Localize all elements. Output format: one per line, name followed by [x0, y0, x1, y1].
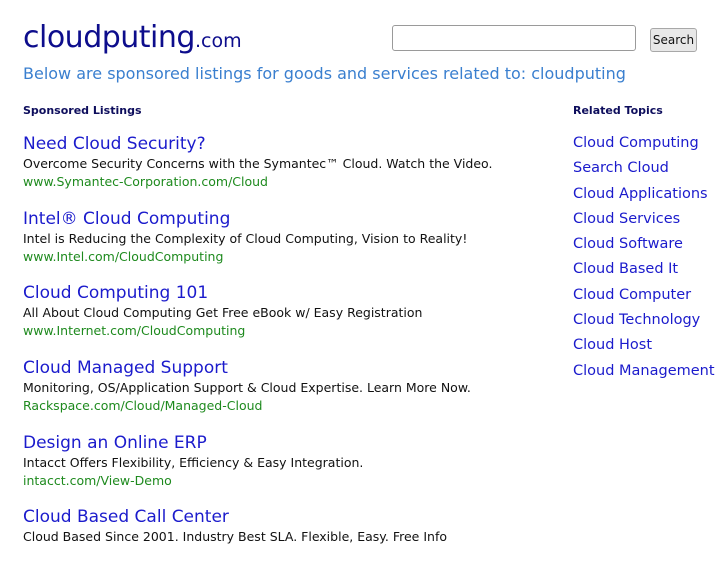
listing: Cloud Based Call Center Cloud Based Sinc… — [23, 506, 543, 581]
related-topic-link[interactable]: Cloud Based It — [573, 259, 715, 284]
site-name: cloudputing — [23, 20, 195, 55]
related-topic-link[interactable]: Cloud Services — [573, 209, 715, 234]
listing-url[interactable]: www.Internet.com/CloudComputing — [23, 322, 543, 340]
site-logo[interactable]: cloudputing.com — [23, 18, 242, 58]
listing-description: Intel is Reducing the Complexity of Clou… — [23, 230, 468, 246]
listing-title[interactable]: Design an Online ERP — [23, 432, 543, 454]
related-topic-link[interactable]: Cloud Computer — [573, 285, 715, 310]
listing-description: Monitoring, OS/Application Support & Clo… — [23, 380, 471, 396]
listing: Intel® Cloud Computing Intel is Reducing… — [23, 208, 543, 283]
related-topics-heading: Related Topics — [573, 104, 663, 117]
listing-title[interactable]: Intel® Cloud Computing — [23, 208, 543, 230]
listing: Design an Online ERP Intacct Offers Flex… — [23, 432, 543, 507]
listing-title[interactable]: Need Cloud Security? — [23, 133, 543, 155]
listing-url[interactable]: intacct.com/View-Demo — [23, 472, 543, 490]
sponsored-listings: Need Cloud Security? Overcome Security C… — [23, 133, 543, 581]
related-topic-link[interactable]: Cloud Computing — [573, 133, 715, 158]
tagline: Below are sponsored listings for goods a… — [23, 64, 626, 83]
listing-description: Cloud Based Since 2001. Industry Best SL… — [23, 529, 447, 545]
listing-title[interactable]: Cloud Computing 101 — [23, 282, 543, 304]
listing: Cloud Computing 101 All About Cloud Comp… — [23, 282, 543, 357]
site-tld: .com — [194, 30, 242, 52]
related-topic-link[interactable]: Cloud Software — [573, 234, 715, 259]
listing: Need Cloud Security? Overcome Security C… — [23, 133, 543, 208]
related-topics: Cloud Computing Search Cloud Cloud Appli… — [573, 133, 715, 386]
sponsored-listings-heading: Sponsored Listings — [23, 104, 142, 117]
related-topic-link[interactable]: Cloud Applications — [573, 184, 715, 209]
listing-url[interactable]: www.Symantec-Corporation.com/Cloud — [23, 173, 543, 191]
related-topic-link[interactable]: Search Cloud — [573, 158, 715, 183]
related-topic-link[interactable]: Cloud Technology — [573, 310, 715, 335]
listing-description: All About Cloud Computing Get Free eBook… — [23, 305, 423, 321]
search-input[interactable] — [392, 25, 636, 51]
listing-description: Intacct Offers Flexibility, Efficiency &… — [23, 454, 364, 470]
listing-url[interactable]: www.Intel.com/CloudComputing — [23, 248, 543, 266]
related-topic-link[interactable]: Cloud Management — [573, 361, 715, 386]
related-topic-link[interactable]: Cloud Host — [573, 335, 715, 360]
listing-description: Overcome Security Concerns with the Syma… — [23, 156, 493, 171]
search-button[interactable]: Search — [650, 28, 697, 52]
listing-title[interactable]: Cloud Based Call Center — [23, 506, 543, 528]
listing: Cloud Managed Support Monitoring, OS/App… — [23, 357, 543, 432]
listing-title[interactable]: Cloud Managed Support — [23, 357, 543, 379]
listing-url[interactable]: Rackspace.com/Cloud/Managed-Cloud — [23, 397, 543, 415]
